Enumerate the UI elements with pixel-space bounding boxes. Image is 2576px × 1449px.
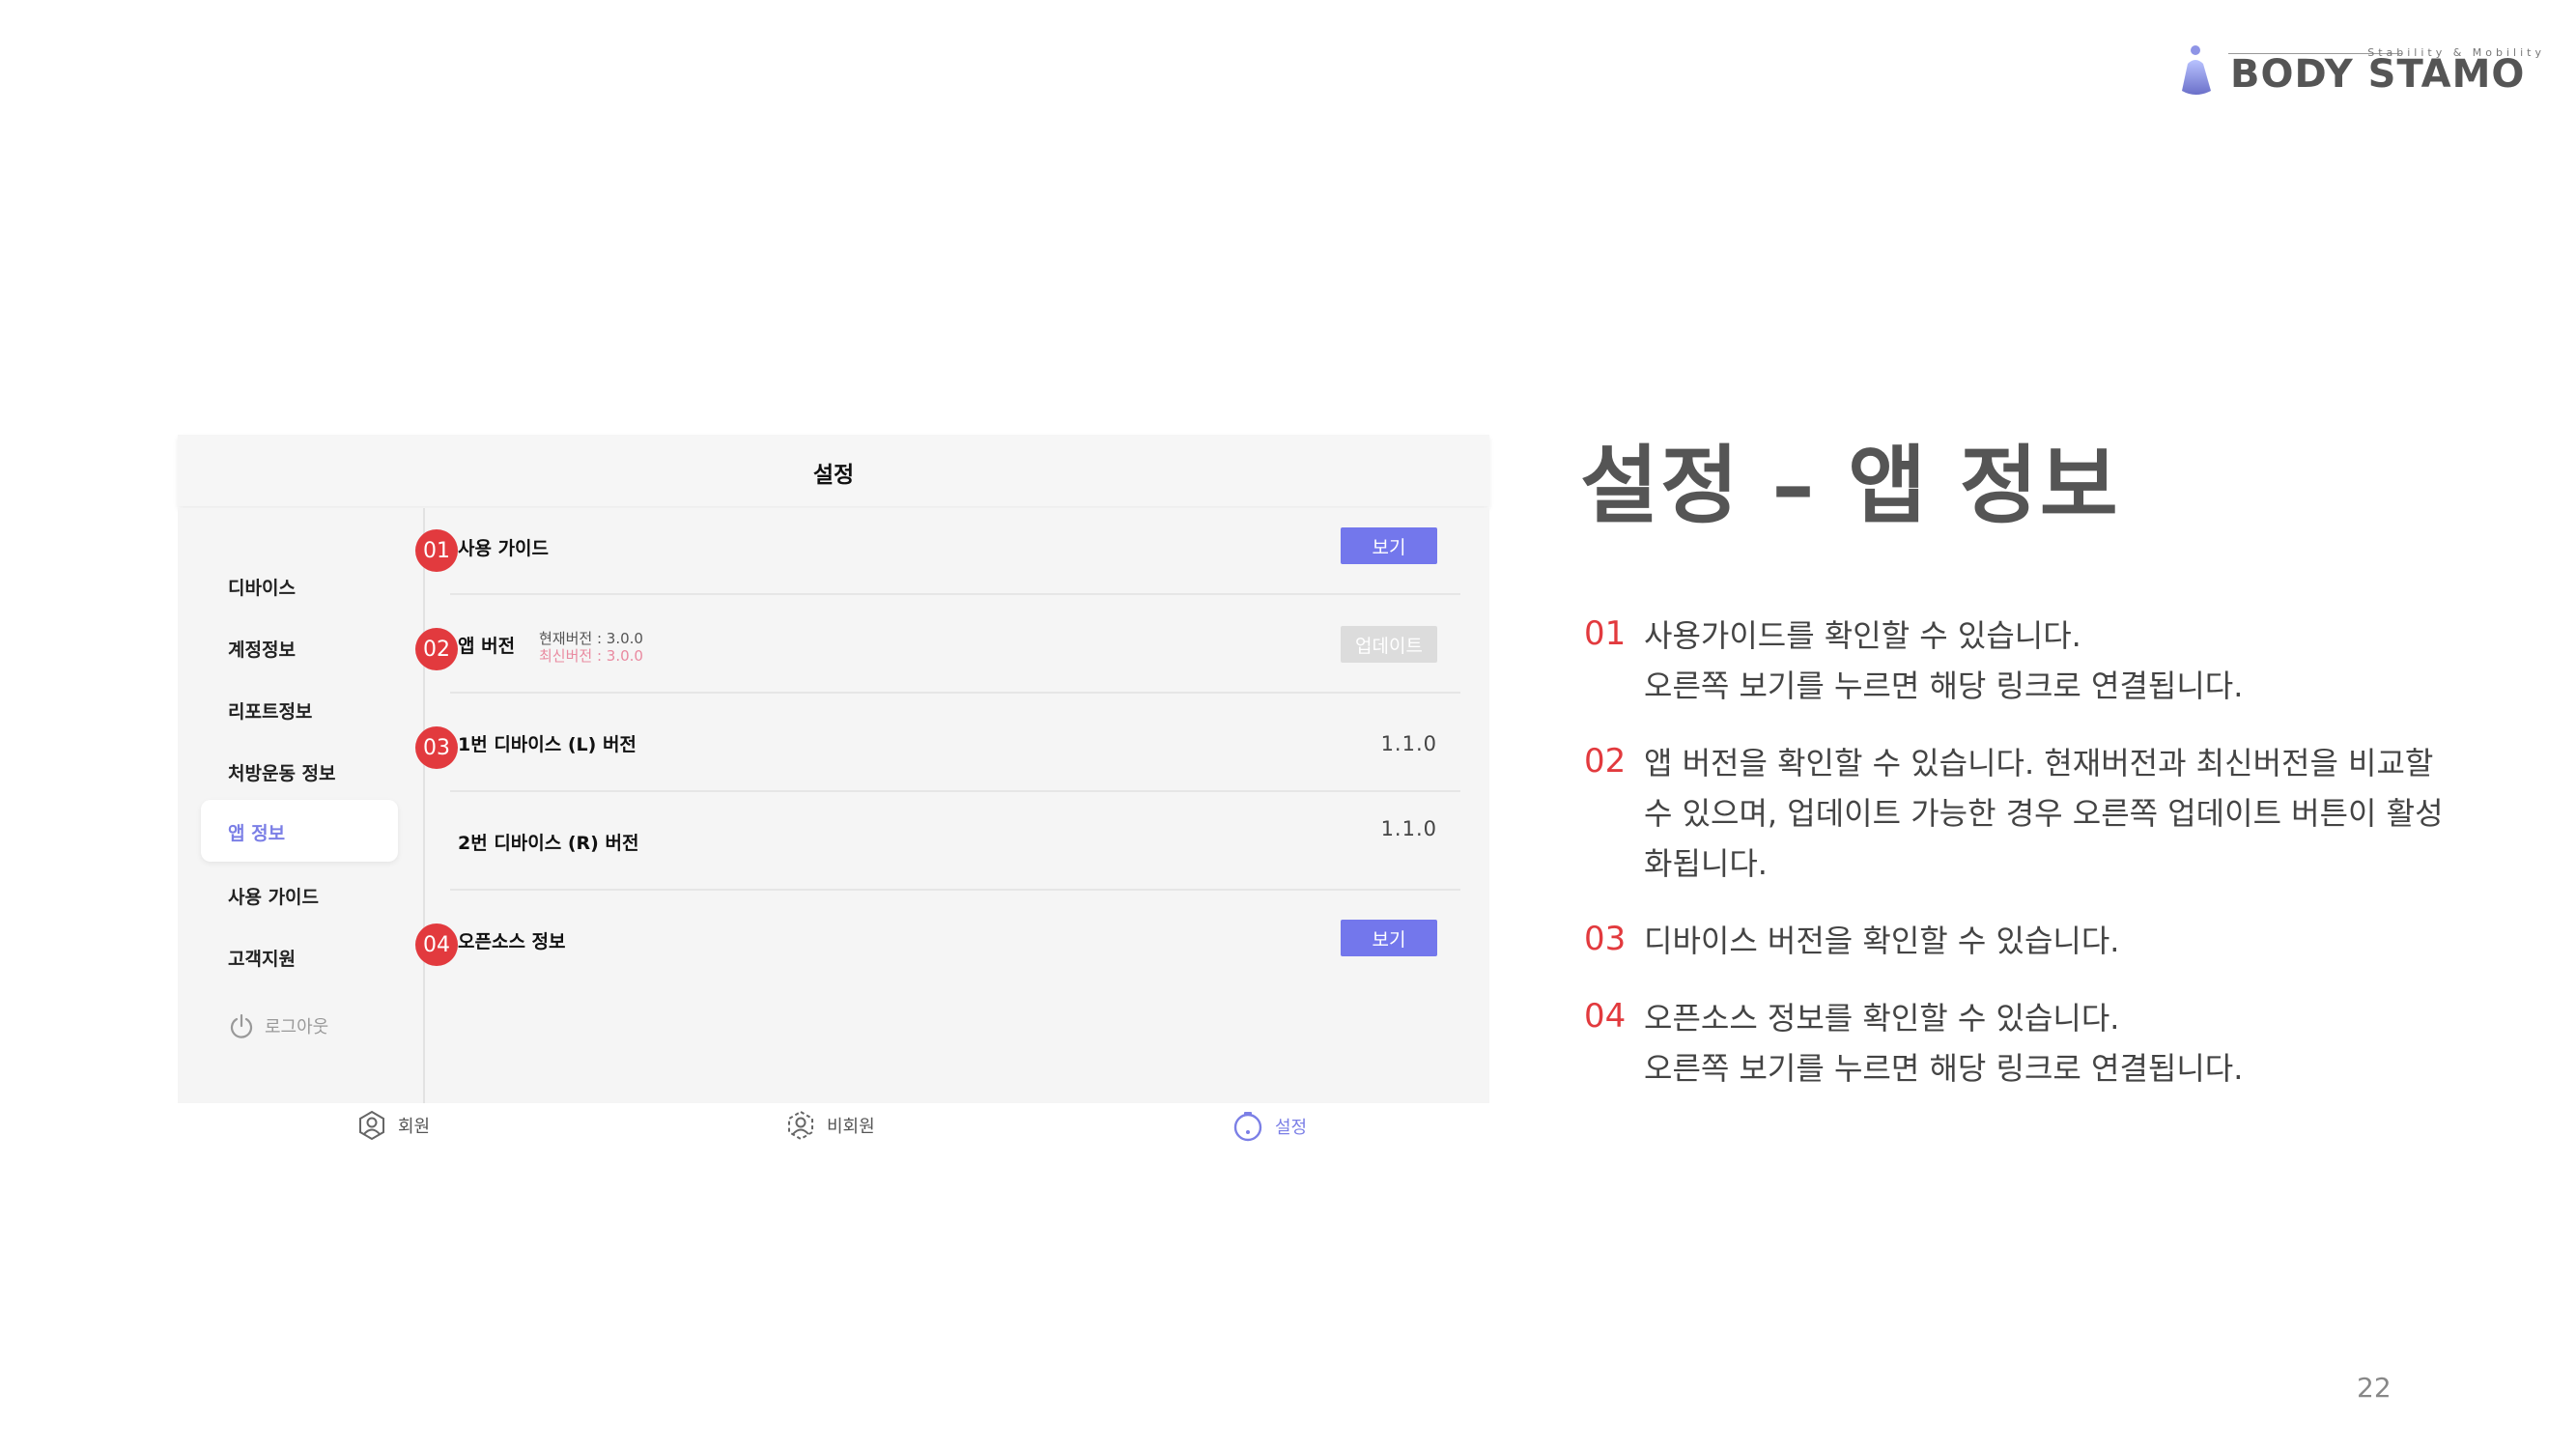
sidebar-item-label: 앱 정보 xyxy=(228,823,286,844)
badge-01: 01 xyxy=(415,529,458,572)
desc-line: 오픈소스 정보를 확인할 수 있습니다. xyxy=(1644,1000,2120,1037)
badge-02: 02 xyxy=(415,628,458,670)
guide-label: 사용 가이드 xyxy=(458,538,550,559)
guest-icon xyxy=(788,1110,813,1141)
desc-number: 03 xyxy=(1584,920,1627,958)
tab-member-label: 회원 xyxy=(398,1117,431,1137)
desc-line: 사용가이드를 확인할 수 있습니다. xyxy=(1644,617,2081,654)
guide-view-button[interactable]: 보기 xyxy=(1341,527,1437,564)
page-title: 설정 xyxy=(812,463,855,488)
opensource-label: 오픈소스 정보 xyxy=(458,931,566,952)
tab-settings[interactable]: 설정 xyxy=(1231,1109,1307,1144)
tab-member[interactable]: 회원 xyxy=(355,1109,430,1142)
tab-guest[interactable]: 비회원 xyxy=(784,1109,875,1142)
desc-number: 04 xyxy=(1584,997,1627,1036)
sidebar-item-report[interactable]: 리포트정보 xyxy=(228,697,312,724)
app-screenshot: 설정 디바이스 계정정보 리포트정보 처방운동 정보 앱 정보 사용 가이드 고… xyxy=(178,435,1489,1163)
logout-label: 로그아웃 xyxy=(265,1017,329,1037)
desc-line: 앱 버전을 확인할 수 있습니다. 현재버전과 최신버전을 비교할 xyxy=(1644,745,2434,781)
current-version-text: 현재버전 : 3.0.0 xyxy=(539,630,643,647)
desc-line: 화됩니다. xyxy=(1644,845,1768,882)
list-item-opensource: 오픈소스 정보 보기 xyxy=(450,891,1460,987)
sidebar-item-guide[interactable]: 사용 가이드 xyxy=(228,883,319,909)
brand-logo: Stability & Mobility BODY STAMO xyxy=(2178,39,2545,106)
power-icon xyxy=(230,1013,253,1038)
member-icon xyxy=(359,1110,384,1141)
bottom-tab-bar: 회원 비회원 설정 xyxy=(178,1105,1489,1163)
sidebar-item-app-info[interactable]: 앱 정보 xyxy=(201,800,398,862)
desc-line: 오른쪽 보기를 누르면 해당 링크로 연결됩니다. xyxy=(1644,1050,2244,1087)
sidebar-item-exercise[interactable]: 처방운동 정보 xyxy=(228,759,336,785)
list-item-device-r: 2번 디바이스 (R) 버전 1.1.0 xyxy=(450,792,1460,889)
opensource-view-button[interactable]: 보기 xyxy=(1341,920,1437,956)
desc-text: 앱 버전을 확인할 수 있습니다. 현재버전과 최신버전을 비교할 수 있으며,… xyxy=(1644,738,2494,889)
slide-heading: 설정 – 앱 정보 xyxy=(1580,436,2120,535)
sidebar: 디바이스 계정정보 리포트정보 처방운동 정보 앱 정보 사용 가이드 고객지원… xyxy=(178,508,425,1103)
tab-settings-label: 설정 xyxy=(1275,1118,1308,1138)
logout-button[interactable]: 로그아웃 xyxy=(228,1012,328,1039)
latest-version-text: 최신버전 : 3.0.0 xyxy=(539,647,643,665)
desc-number: 02 xyxy=(1584,742,1627,781)
device-r-version-label: 2번 디바이스 (R) 버전 xyxy=(458,833,639,854)
update-button[interactable]: 업데이트 xyxy=(1341,626,1437,663)
desc-text: 사용가이드를 확인할 수 있습니다. 오른쪽 보기를 누르면 해당 링크로 연결… xyxy=(1644,611,2494,711)
page-number: 22 xyxy=(2357,1372,2392,1404)
device-r-version-value: 1.1.0 xyxy=(1380,817,1437,840)
list-item-app-version: 앱 버전 현재버전 : 3.0.0 최신버전 : 3.0.0 업데이트 xyxy=(450,595,1460,694)
app-version-info: 현재버전 : 3.0.0 최신버전 : 3.0.0 xyxy=(539,630,643,665)
badge-04: 04 xyxy=(415,923,458,966)
app-header: 설정 xyxy=(178,435,1489,506)
logo-name: BODY STAMO xyxy=(2230,52,2526,97)
desc-number: 01 xyxy=(1584,614,1627,653)
desc-text: 오픈소스 정보를 확인할 수 있습니다. 오른쪽 보기를 누르면 해당 링크로 … xyxy=(1644,993,2494,1094)
desc-line: 오른쪽 보기를 누르면 해당 링크로 연결됩니다. xyxy=(1644,668,2244,704)
app-body: 디바이스 계정정보 리포트정보 처방운동 정보 앱 정보 사용 가이드 고객지원… xyxy=(178,508,1489,1103)
tab-guest-label: 비회원 xyxy=(827,1117,875,1137)
sidebar-item-device[interactable]: 디바이스 xyxy=(228,574,296,600)
list-item-device-l: 1번 디바이스 (L) 버전 1.1.0 xyxy=(450,694,1460,790)
logo-figure-icon xyxy=(2182,45,2211,95)
sidebar-item-account[interactable]: 계정정보 xyxy=(228,636,296,662)
device-l-version-label: 1번 디바이스 (L) 버전 xyxy=(458,734,637,755)
badge-03: 03 xyxy=(415,726,458,769)
device-l-version-value: 1.1.0 xyxy=(1380,732,1437,755)
desc-line: 수 있으며, 업데이트 가능한 경우 오른쪽 업데이트 버튼이 활성 xyxy=(1644,795,2444,832)
desc-text: 디바이스 버전을 확인할 수 있습니다. xyxy=(1644,916,2494,966)
sidebar-item-support[interactable]: 고객지원 xyxy=(228,945,296,971)
app-version-label: 앱 버전 xyxy=(458,636,516,657)
list-item-guide: 사용 가이드 보기 xyxy=(450,508,1460,595)
desc-line: 디바이스 버전을 확인할 수 있습니다. xyxy=(1644,923,2120,959)
settings-icon xyxy=(1233,1112,1262,1142)
